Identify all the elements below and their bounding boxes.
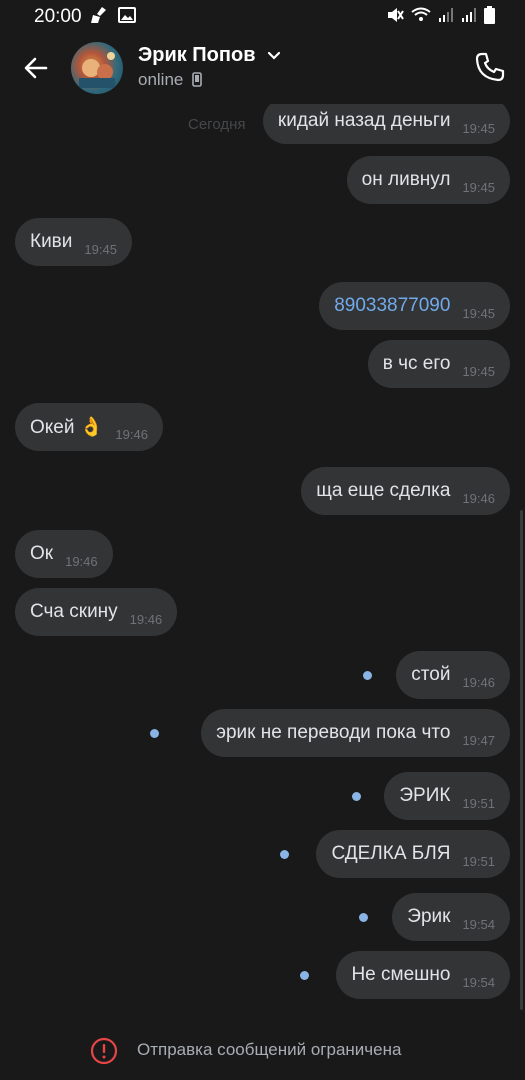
unread-dot <box>363 671 372 680</box>
message-time: 19:46 <box>129 611 163 627</box>
chevron-down-icon <box>267 51 281 60</box>
message-time: 19:51 <box>462 853 495 869</box>
message-time: 19:45 <box>462 363 495 379</box>
message-time: 19:54 <box>462 974 495 990</box>
message-text: Киви <box>30 231 73 252</box>
message-bubble[interactable]: Окей 👌 19:46 <box>15 403 163 451</box>
message-text: ЭРИК <box>399 785 451 806</box>
phone-icon[interactable] <box>473 50 507 84</box>
message-time: 19:46 <box>462 674 495 690</box>
message-text: Окей 👌 <box>30 417 104 438</box>
avatar-image-icon <box>79 52 115 88</box>
message-time: 19:54 <box>462 916 495 932</box>
message-bubble[interactable]: Киви 19:45 <box>15 218 132 266</box>
signal-icon-2 <box>462 8 476 22</box>
message-time: 19:45 <box>84 241 117 257</box>
message-bubble[interactable]: в чс его 19:45 <box>367 340 510 388</box>
message-bubble[interactable]: стой 19:46 <box>396 651 510 699</box>
battery-icon <box>484 6 495 24</box>
message-time: 19:51 <box>462 795 495 811</box>
contact-status-text: online <box>138 70 184 89</box>
unread-dot <box>352 792 361 801</box>
scrollbar[interactable] <box>520 510 523 1010</box>
message-bubble[interactable]: СДЕЛКА БЛЯ 19:51 <box>316 830 510 878</box>
message-time: 19:46 <box>115 426 148 442</box>
message-text: Не смешно <box>351 964 451 985</box>
message-time: 19:46 <box>65 553 98 569</box>
message-text: Ок <box>30 543 54 564</box>
mute-icon <box>388 8 404 22</box>
contact-name[interactable]: Эрик Попов <box>138 44 281 67</box>
restriction-text: Отправка сообщений ограничена <box>137 1040 402 1059</box>
signal-icon <box>439 8 453 22</box>
wifi-icon <box>411 7 431 21</box>
message-bubble[interactable]: Ок 19:46 <box>15 530 113 578</box>
message-bubble[interactable]: Не смешно 19:54 <box>336 951 510 999</box>
message-bubble[interactable]: Сча скину 19:46 <box>15 588 178 636</box>
contact-name-text: Эрик Попов <box>138 44 256 66</box>
message-time: 19:45 <box>462 305 495 321</box>
contact-status: online <box>138 70 202 90</box>
message-time: 19:47 <box>462 732 495 748</box>
message-bubble[interactable]: Эрик 19:54 <box>392 893 510 941</box>
message-bubble[interactable]: 89033877090 19:45 <box>319 282 510 330</box>
message-bubble[interactable]: кидай назад деньги 19:45 <box>262 98 510 144</box>
message-text: в чс его <box>382 353 451 374</box>
message-text: Эрик <box>407 906 451 927</box>
unread-dot <box>280 850 289 859</box>
message-text: СДЕЛКА БЛЯ <box>331 843 451 864</box>
unread-dot <box>359 913 368 922</box>
message-text: эрик не переводи пока что <box>216 722 451 743</box>
avatar[interactable] <box>71 42 123 94</box>
message-time: 19:45 <box>462 179 495 195</box>
unread-dot <box>300 971 309 980</box>
message-bubble[interactable]: ЭРИК 19:51 <box>384 772 510 820</box>
message-bubble[interactable]: ща еще сделка 19:46 <box>301 467 510 515</box>
message-text: ща еще сделка <box>316 480 451 501</box>
message-text: Сча скину <box>30 601 118 622</box>
message-bubble[interactable]: он ливнул 19:45 <box>346 156 510 204</box>
gallery-icon <box>118 7 136 23</box>
status-time: 20:00 <box>34 6 82 27</box>
warning-icon <box>90 1037 118 1065</box>
mobile-icon <box>192 72 202 87</box>
back-arrow-icon[interactable] <box>20 52 52 84</box>
cleaner-icon <box>91 7 106 23</box>
message-text: кидай назад деньги <box>277 110 451 131</box>
message-text: он ливнул <box>361 169 451 190</box>
message-bubble[interactable]: эрик не переводи пока что 19:47 <box>201 709 510 757</box>
message-time: 19:45 <box>462 120 495 136</box>
chat-header: Эрик Попов online <box>0 32 525 104</box>
phone-number-link[interactable]: 89033877090 <box>334 295 450 317</box>
status-bar: 20:00 <box>0 0 525 32</box>
unread-dot <box>150 729 159 738</box>
date-separator: Сегодня <box>188 116 246 133</box>
message-time: 19:46 <box>462 490 495 506</box>
restriction-notice: Отправка сообщений ограничена <box>0 1030 525 1070</box>
message-text: стой <box>411 664 451 685</box>
